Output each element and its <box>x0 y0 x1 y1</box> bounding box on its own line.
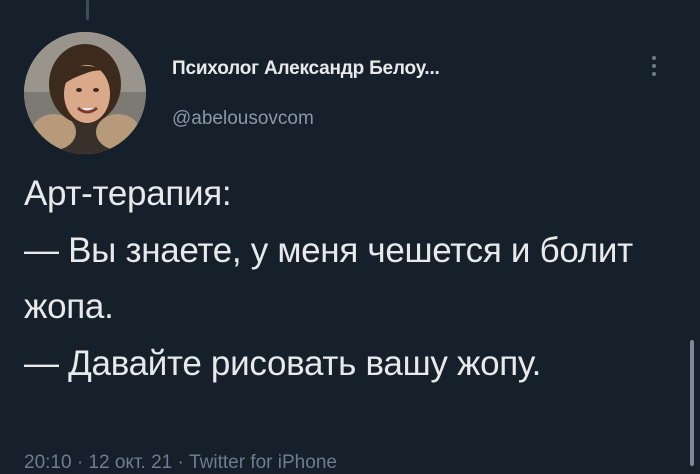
tweet-text: Арт-терапия: — Вы знаете, у меня чешется… <box>24 174 633 383</box>
dot <box>652 64 656 68</box>
author-handle[interactable]: @abelousovcom <box>172 108 314 130</box>
thread-line <box>86 0 89 20</box>
tweet-meta: 20:10 · 12 окт. 21 · Twitter for iPhone <box>24 452 337 473</box>
dot <box>652 72 656 76</box>
dot <box>652 56 656 60</box>
more-vertical-icon[interactable] <box>642 50 666 82</box>
avatar[interactable] <box>24 32 146 154</box>
scrollbar[interactable] <box>690 340 694 466</box>
author-name[interactable]: Психолог Александр Белоу... <box>172 58 440 80</box>
